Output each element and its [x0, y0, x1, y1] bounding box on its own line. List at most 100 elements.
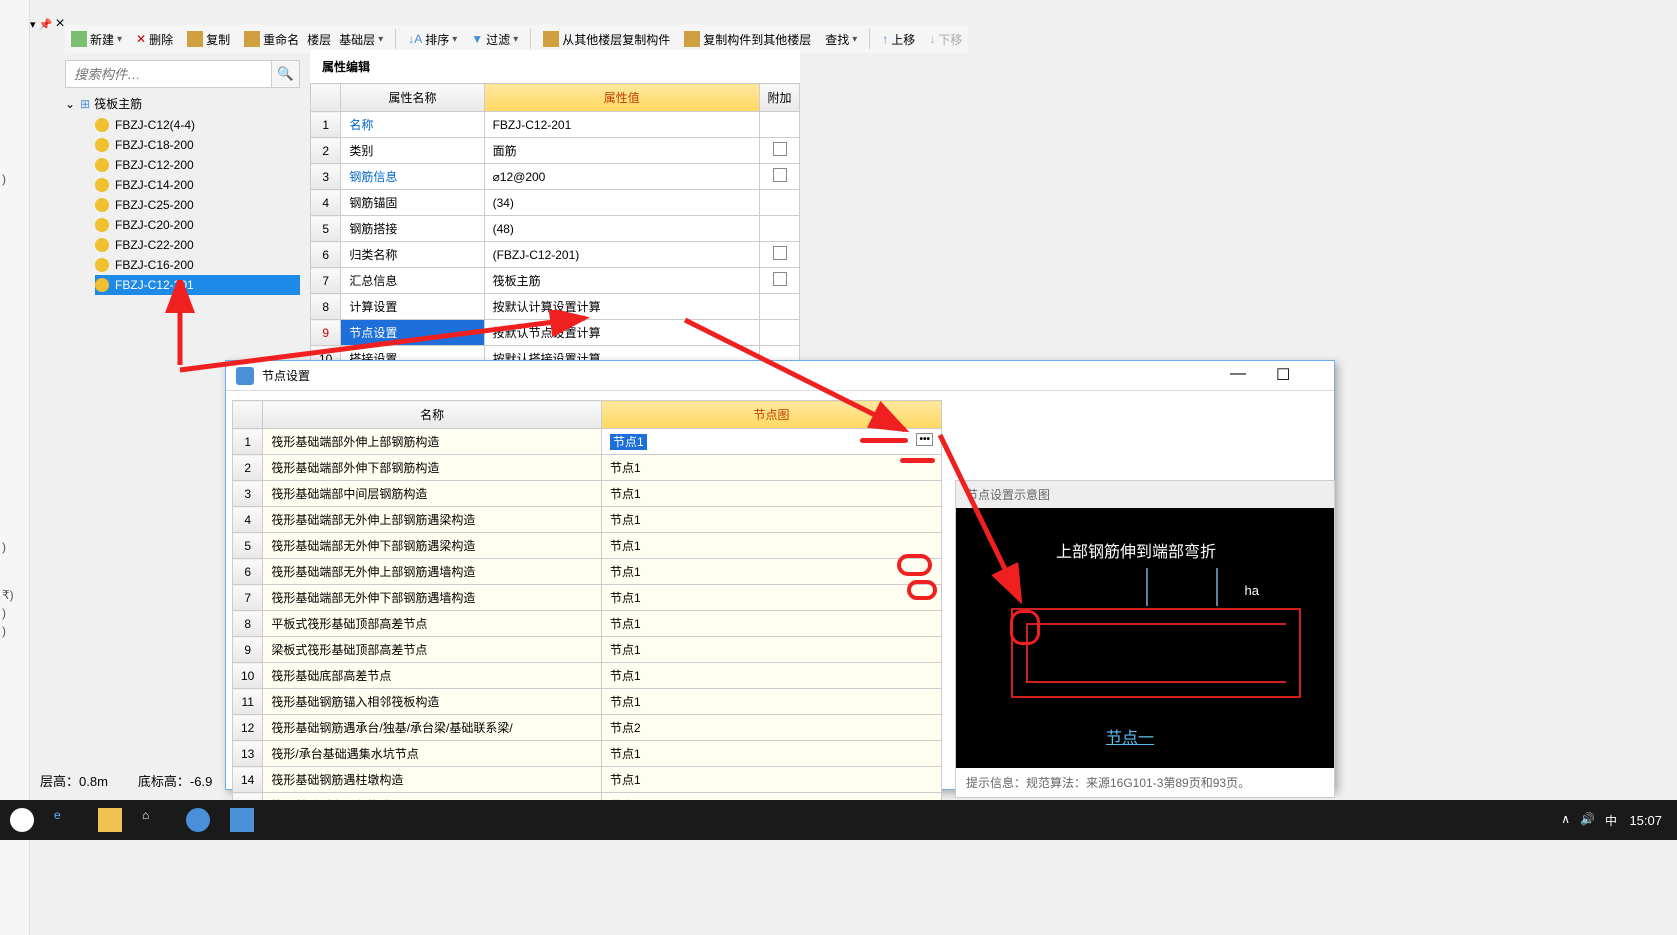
- move-down-button[interactable]: ↓下移: [923, 29, 968, 50]
- col-node-diagram: 节点图: [602, 401, 942, 429]
- left-marker: ): [0, 538, 29, 556]
- tree-item[interactable]: FBZJ-C12-201: [95, 275, 300, 295]
- taskbar: e ⌂ ∧🔊中 15:07: [0, 800, 1677, 840]
- bottom-elevation: 底标高：-6.9: [138, 771, 212, 790]
- property-row[interactable]: 1名称FBZJ-C12-201: [311, 112, 800, 138]
- gear-icon: [95, 158, 109, 172]
- col-value: 属性值: [484, 84, 759, 112]
- node-row[interactable]: 1筏形基础端部外伸上部钢筋构造节点1•••: [233, 429, 942, 455]
- property-title: 属性编辑: [310, 50, 800, 83]
- property-row[interactable]: 4钢筋锚固(34): [311, 190, 800, 216]
- component-tree: ⌄ ⊞ 筏板主筋 FBZJ-C12(4-4)FBZJ-C18-200FBZJ-C…: [65, 92, 300, 295]
- maximize-button[interactable]: ☐: [1276, 365, 1290, 385]
- property-row[interactable]: 5钢筋搭接(48): [311, 216, 800, 242]
- new-button[interactable]: 新建▾: [65, 29, 128, 50]
- col-extra: 附加: [760, 84, 800, 112]
- property-row[interactable]: 6归类名称(FBZJ-C12-201): [311, 242, 800, 268]
- gear-icon: [95, 278, 109, 292]
- node-row[interactable]: 4筏形基础端部无外伸上部钢筋遇梁构造节点1: [233, 507, 942, 533]
- find-button[interactable]: 查找▾: [819, 29, 863, 50]
- rename-button[interactable]: 重命名: [238, 29, 305, 50]
- property-row[interactable]: 3钢筋信息⌀12@200: [311, 164, 800, 190]
- tree-item[interactable]: FBZJ-C12-200: [95, 155, 300, 175]
- tree-item[interactable]: FBZJ-C14-200: [95, 175, 300, 195]
- left-marker: ₹): [0, 586, 29, 604]
- minimize-button[interactable]: —: [1230, 365, 1246, 385]
- left-marker: ): [0, 170, 29, 188]
- floor-select[interactable]: 基础层▾: [333, 29, 389, 50]
- tree-root[interactable]: ⌄ ⊞ 筏板主筋: [65, 92, 300, 115]
- floor-height: 层高：0.8m: [40, 771, 108, 790]
- preview-info: 提示信息：规范算法：来源16G101-3第89页和93页。: [956, 768, 1334, 797]
- node-row[interactable]: 3筏形基础端部中间层钢筋构造节点1: [233, 481, 942, 507]
- filter-button[interactable]: ▼过滤▾: [465, 29, 524, 50]
- node-row[interactable]: 13筏形/承台基础遇集水坑节点节点1: [233, 741, 942, 767]
- checkbox[interactable]: [773, 142, 787, 156]
- col-name: 属性名称: [341, 84, 484, 112]
- tree-item[interactable]: FBZJ-C25-200: [95, 195, 300, 215]
- move-up-button[interactable]: ↑上移: [876, 29, 921, 50]
- sort-button[interactable]: ↓A排序▾: [402, 29, 463, 50]
- node-row[interactable]: 12筏形基础钢筋遇承台/独基/承台梁/基础联系梁/节点2: [233, 715, 942, 741]
- tree-item[interactable]: FBZJ-C20-200: [95, 215, 300, 235]
- gear-icon: [95, 238, 109, 252]
- property-panel: 属性编辑 属性名称 属性值 附加 1名称FBZJ-C12-2012类别面筋3钢筋…: [310, 50, 800, 372]
- copy-to-button[interactable]: 复制构件到其他楼层: [678, 29, 817, 50]
- property-row[interactable]: 8计算设置按默认计算设置计算: [311, 294, 800, 320]
- gear-icon: [95, 218, 109, 232]
- pin-icon[interactable]: ▾ 📌: [30, 19, 52, 31]
- left-marker: ): [0, 622, 29, 640]
- edge-icon[interactable]: e: [54, 808, 78, 832]
- node-table: 名称 节点图 1筏形基础端部外伸上部钢筋构造节点1•••2筏形基础端部外伸下部钢…: [232, 400, 942, 819]
- search-bar: 🔍: [65, 60, 300, 88]
- tree-item[interactable]: FBZJ-C16-200: [95, 255, 300, 275]
- property-table: 属性名称 属性值 附加 1名称FBZJ-C12-2012类别面筋3钢筋信息⌀12…: [310, 83, 800, 372]
- more-button[interactable]: •••: [916, 433, 933, 446]
- app1-icon[interactable]: [186, 808, 210, 832]
- node-row[interactable]: 10筏形基础底部高差节点节点1: [233, 663, 942, 689]
- copy-button[interactable]: 复制: [181, 29, 236, 50]
- dialog-icon: [236, 367, 254, 385]
- node-row[interactable]: 7筏形基础端部无外伸下部钢筋遇墙构造节点1: [233, 585, 942, 611]
- property-row[interactable]: 2类别面筋: [311, 138, 800, 164]
- left-marker: ): [0, 604, 29, 622]
- tree-item[interactable]: FBZJ-C18-200: [95, 135, 300, 155]
- checkbox[interactable]: [773, 168, 787, 182]
- start-icon[interactable]: [10, 808, 34, 832]
- store-icon[interactable]: ⌂: [142, 808, 166, 832]
- clock[interactable]: 15:07: [1629, 813, 1662, 828]
- dialog-titlebar[interactable]: 节点设置: [226, 361, 1334, 391]
- main-toolbar: 新建▾ ✕删除 复制 重命名 楼层 基础层▾ ↓A排序▾ ▼过滤▾ 从其他楼层复…: [65, 25, 968, 53]
- tree-item[interactable]: FBZJ-C22-200: [95, 235, 300, 255]
- node-row[interactable]: 6筏形基础端部无外伸上部钢筋遇墙构造节点1: [233, 559, 942, 585]
- node-row[interactable]: 2筏形基础端部外伸下部钢筋构造节点1: [233, 455, 942, 481]
- dialog-title: 节点设置: [262, 367, 310, 384]
- node-row[interactable]: 14筏形基础钢筋遇柱墩构造节点1: [233, 767, 942, 793]
- checkbox[interactable]: [773, 246, 787, 260]
- app2-icon[interactable]: [230, 808, 254, 832]
- systray[interactable]: ∧🔊中: [1561, 812, 1617, 829]
- gear-icon: [95, 258, 109, 272]
- node-row[interactable]: 5筏形基础端部无外伸下部钢筋遇梁构造节点1: [233, 533, 942, 559]
- property-row[interactable]: 7汇总信息筏板主筋: [311, 268, 800, 294]
- preview-ha-label: ha: [1245, 583, 1259, 598]
- search-button[interactable]: 🔍: [271, 61, 299, 87]
- node-row[interactable]: 8平板式筏形基础顶部高差节点节点1: [233, 611, 942, 637]
- col-node-name: 名称: [263, 401, 602, 429]
- checkbox[interactable]: [773, 272, 787, 286]
- node-row[interactable]: 9梁板式筏形基础顶部高差节点节点1: [233, 637, 942, 663]
- preview-node-label[interactable]: 节点一: [1106, 724, 1154, 748]
- delete-button[interactable]: ✕删除: [130, 29, 179, 50]
- gear-icon: [95, 118, 109, 132]
- node-row[interactable]: 11筏形基础钢筋锚入相邻筏板构造节点1: [233, 689, 942, 715]
- copy-from-button[interactable]: 从其他楼层复制构件: [537, 29, 676, 50]
- search-input[interactable]: [66, 61, 271, 87]
- gear-icon: [95, 198, 109, 212]
- tree-root-icon: ⊞: [80, 97, 90, 111]
- explorer-icon[interactable]: [98, 808, 122, 832]
- property-row[interactable]: 9节点设置按默认节点设置计算: [311, 320, 800, 346]
- close-icon[interactable]: ×: [55, 15, 64, 32]
- tree-item[interactable]: FBZJ-C12(4-4): [95, 115, 300, 135]
- preview-title: 节点设置示意图: [956, 481, 1334, 508]
- gear-icon: [95, 178, 109, 192]
